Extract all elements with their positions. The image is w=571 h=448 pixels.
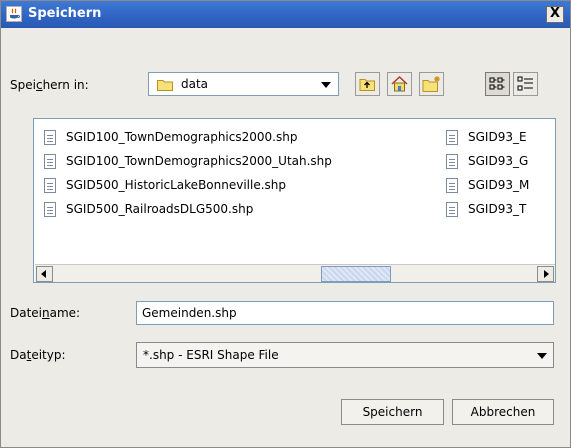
new-folder-icon bbox=[422, 76, 440, 92]
window-title: Speichern bbox=[28, 6, 102, 21]
title-bar[interactable]: Speichern X bbox=[1, 1, 570, 28]
file-icon bbox=[44, 130, 56, 145]
home-button[interactable] bbox=[387, 72, 412, 96]
file-icon bbox=[446, 130, 458, 145]
scroll-left-button[interactable] bbox=[36, 266, 53, 282]
close-icon: X bbox=[549, 6, 561, 21]
scroll-right-button[interactable] bbox=[537, 266, 554, 282]
scrollbar-thumb[interactable] bbox=[321, 266, 391, 282]
up-folder-icon bbox=[359, 79, 375, 91]
save-in-combo[interactable]: data bbox=[148, 72, 339, 96]
details-view-button[interactable] bbox=[513, 72, 538, 96]
java-app-icon bbox=[6, 6, 22, 22]
save-in-label: Speichern in: bbox=[10, 78, 89, 92]
details-view-icon bbox=[517, 76, 533, 91]
filetype-value: *.shp - ESRI Shape File bbox=[143, 348, 279, 362]
filetype-combo[interactable]: *.shp - ESRI Shape File bbox=[136, 342, 554, 368]
arrow-right-icon bbox=[544, 270, 549, 278]
save-button[interactable]: Speichern bbox=[341, 399, 444, 425]
close-button[interactable]: X bbox=[546, 6, 564, 23]
up-folder-button[interactable] bbox=[355, 72, 380, 96]
file-icon bbox=[446, 202, 458, 217]
file-list[interactable]: SGID100_TownDemographics2000.shp SGID100… bbox=[33, 118, 556, 283]
chevron-down-icon bbox=[537, 353, 547, 359]
list-view-icon bbox=[489, 77, 505, 90]
home-icon bbox=[391, 75, 408, 92]
file-icon bbox=[44, 202, 56, 217]
cancel-button[interactable]: Abbrechen bbox=[452, 399, 554, 425]
list-view-button[interactable] bbox=[485, 72, 510, 96]
horizontal-scrollbar[interactable] bbox=[35, 264, 555, 282]
save-dialog: Speichern X Speichern in: data SGID100_T… bbox=[0, 0, 571, 448]
filename-label: Dateiname: bbox=[10, 306, 81, 320]
file-icon bbox=[446, 178, 458, 193]
file-icon bbox=[44, 154, 56, 169]
folder-icon bbox=[157, 78, 173, 91]
chevron-down-icon bbox=[321, 82, 331, 88]
file-icon bbox=[446, 154, 458, 169]
filetype-label: Dateityp: bbox=[10, 348, 66, 362]
save-in-value: data bbox=[181, 77, 209, 91]
file-icon bbox=[44, 178, 56, 193]
arrow-left-icon bbox=[41, 270, 46, 278]
new-folder-button[interactable] bbox=[419, 72, 444, 96]
filename-field[interactable]: Gemeinden.shp bbox=[136, 301, 554, 325]
